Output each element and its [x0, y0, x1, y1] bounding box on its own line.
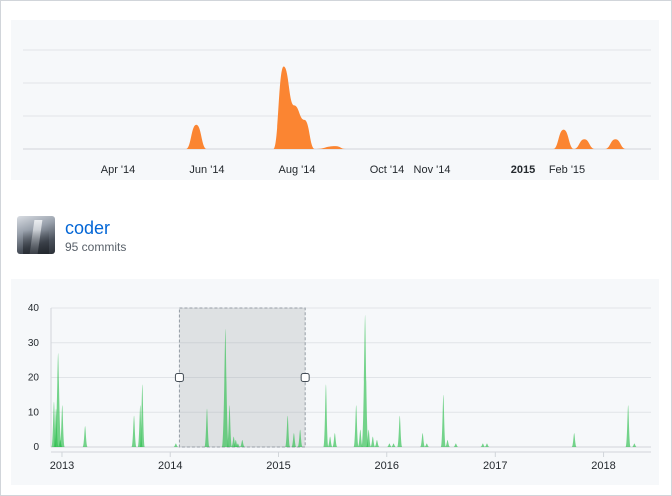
commit-spike [327, 436, 333, 447]
commit-area-peak [273, 66, 315, 149]
commit-spike [370, 436, 376, 447]
commit-spike [361, 314, 369, 447]
commit-area-peak [553, 129, 574, 149]
commit-spike [353, 405, 359, 447]
x-tick-label: 2015 [511, 164, 535, 176]
commit-spike [332, 433, 338, 447]
commit-spike [397, 415, 403, 447]
x-tick-label: Aug '14 [279, 164, 316, 176]
x-tick-label: Apr '14 [101, 164, 136, 176]
commit-spike [391, 443, 397, 447]
commits-timeline-chart: 0 10 20 30 40 2013 2014 2015 2016 2017 2018 [11, 279, 659, 485]
commit-area-peak [185, 124, 207, 149]
brush-handle-right[interactable] [300, 373, 310, 382]
x-tick-label: Oct '14 [370, 164, 405, 176]
commit-spike [374, 440, 380, 447]
commit-count: 95 commits [65, 240, 127, 254]
selection-brush[interactable] [178, 307, 306, 448]
commits-chart-svg[interactable]: 0 10 20 30 40 2013 2014 2015 2016 2017 2018 [11, 279, 659, 485]
commit-spike [323, 384, 329, 447]
y-tick-label: 20 [28, 373, 40, 384]
y-tick-label: 30 [28, 338, 40, 349]
commit-spike [131, 415, 137, 447]
commit-spike [484, 443, 490, 447]
x-tick-label: 2013 [50, 460, 74, 472]
avatar[interactable] [17, 216, 55, 254]
commit-spike [625, 405, 631, 447]
x-tick-label: 2014 [158, 460, 182, 472]
x-tick-label: 2015 [266, 460, 290, 472]
commit-area-peak [605, 139, 626, 149]
x-tick-label: Jun '14 [189, 164, 224, 176]
commit-spike [631, 443, 637, 447]
commit-spike [571, 433, 577, 447]
x-tick-label: 2016 [374, 460, 398, 472]
commit-spike [453, 443, 459, 447]
commit-spike [82, 426, 88, 447]
commit-spike [440, 394, 446, 447]
x-tick-label: 2018 [591, 460, 615, 472]
y-tick-label: 0 [33, 442, 39, 453]
y-tick-label: 10 [28, 407, 40, 418]
x-tick-label: Feb '15 [549, 164, 585, 176]
commit-spike [420, 433, 426, 447]
x-tick-label: 2017 [483, 460, 507, 472]
contributor-name-link[interactable]: coder [65, 217, 110, 239]
x-tick-label: Nov '14 [414, 164, 451, 176]
y-tick-label: 40 [28, 303, 40, 314]
commit-spike [480, 443, 486, 447]
commit-spike [173, 443, 179, 447]
commit-area-peak [573, 139, 595, 149]
commit-spike [386, 443, 392, 447]
contributor-overview-chart: Apr '14 Jun '14 Aug '14 Oct '14 Nov '14 2015 F… [11, 20, 659, 180]
commit-spike [424, 443, 430, 447]
contributor-header: coder 95 commits [17, 216, 417, 256]
commit-spike [445, 440, 451, 447]
overview-chart-svg: Apr '14 Jun '14 Aug '14 Oct '14 Nov '14 2015 F… [23, 49, 651, 176]
brush-handle-left[interactable] [174, 373, 184, 382]
